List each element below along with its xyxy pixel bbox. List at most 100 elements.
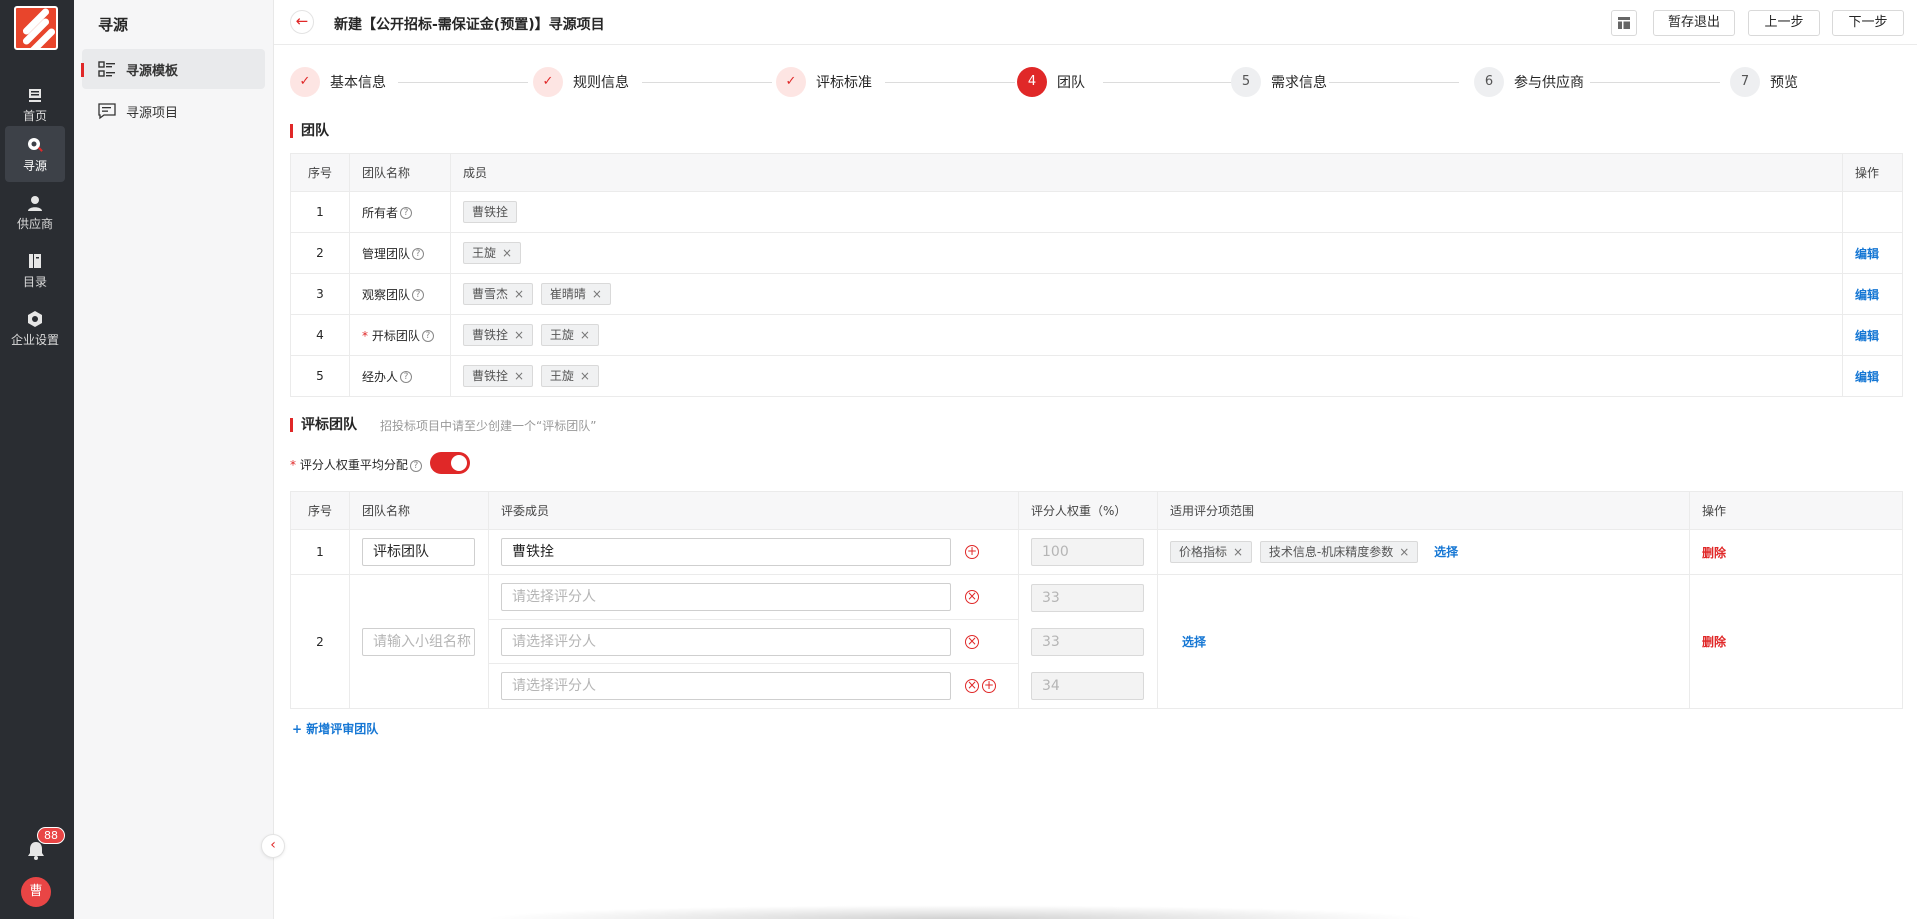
nav-sourcing[interactable]: 寻源	[5, 126, 65, 182]
weight-average-label: * 评分人权重平均分配?	[290, 456, 422, 473]
table-row: 4 * 开标团队? 曹铁拴 × 王旋 × 编辑	[290, 314, 1903, 356]
save-exit-button[interactable]: 暂存退出	[1653, 10, 1735, 36]
sidebar-item-sourcing-template[interactable]: 寻源模板	[81, 49, 265, 89]
team-name-cell: 管理团队?	[349, 232, 451, 274]
weight-input: 34	[1031, 672, 1144, 700]
close-icon[interactable]: ×	[580, 328, 590, 342]
scope-tag: 价格指标 ×	[1170, 541, 1253, 563]
close-icon[interactable]: ×	[502, 246, 512, 260]
table-header-row: 序号 团队名称 评委成员 评分人权重（%） 适用评分项范围 操作	[290, 491, 1903, 530]
add-circle-icon[interactable]: +	[965, 545, 979, 559]
arrow-left-icon: ←	[295, 12, 309, 30]
step-requirement[interactable]: 5 需求信息	[1231, 66, 1327, 98]
step-label: 评标标准	[816, 75, 872, 91]
step-suppliers[interactable]: 6 参与供应商	[1474, 66, 1584, 98]
home-icon	[29, 89, 41, 102]
team-table: 序号 团队名称 成员 操作 1 所有者? 曹铁拴 2 管理团队? 王旋 × 编辑 …	[290, 153, 1903, 397]
col-header: 团队名称	[349, 491, 489, 530]
help-icon[interactable]: ?	[412, 289, 425, 301]
app-logo[interactable]	[14, 6, 58, 50]
table-row: 1 所有者? 曹铁拴	[290, 191, 1903, 233]
step-progress: ✓ 基本信息 ✓ 规则信息 ✓ 评标标准 4 团队 5 需求信息 6 参与供应商 7 预览	[290, 66, 1890, 98]
back-button[interactable]: ←	[290, 10, 314, 34]
delete-link[interactable]: 删除	[1702, 635, 1726, 649]
help-icon[interactable]: ?	[400, 371, 413, 383]
delete-link[interactable]: 删除	[1702, 546, 1726, 560]
member-name: 王旋	[549, 328, 574, 342]
action-cell: 编辑	[1842, 355, 1903, 397]
judge-select[interactable]: 请选择评分人	[501, 627, 951, 656]
close-icon[interactable]: ×	[592, 287, 602, 301]
close-icon[interactable]: ×	[1233, 545, 1243, 559]
step-label: 参与供应商	[1514, 75, 1584, 91]
remove-circle-icon[interactable]: ×	[965, 679, 979, 693]
page-title: 新建【公开招标-需保证金(预置)】寻源项目	[334, 17, 605, 33]
collapse-sidebar-button[interactable]: ‹	[261, 834, 285, 858]
nav-supplier[interactable]: 供应商	[5, 184, 65, 240]
step-team[interactable]: 4 团队	[1017, 66, 1085, 98]
judge-select[interactable]: 请选择评分人	[501, 583, 951, 611]
message-list-icon	[98, 103, 116, 120]
close-icon[interactable]: ×	[580, 369, 590, 383]
add-eval-team-button[interactable]: + 新增评审团队	[292, 720, 378, 737]
members-cell: 曹铁拴 × 王旋 ×	[450, 314, 1843, 356]
row-number: 5	[290, 355, 350, 397]
edit-link[interactable]: 编辑	[1855, 247, 1879, 261]
help-icon[interactable]: ?	[412, 248, 425, 260]
step-number: 6	[1474, 67, 1504, 97]
select-scope-link[interactable]: 选择	[1182, 635, 1206, 649]
member-name: 王旋	[549, 369, 574, 383]
eval-team-table: 序号 团队名称 评委成员 评分人权重（%） 适用评分项范围 操作 1 评标团队 …	[290, 491, 1903, 709]
scope-cell: 价格指标 × 技术信息-机床精度参数 × 选择	[1157, 529, 1690, 575]
member-name: 曹铁拴	[472, 328, 509, 342]
step-rule-info[interactable]: ✓ 规则信息	[533, 66, 629, 98]
judge-select[interactable]: 曹铁拴	[501, 538, 951, 566]
help-icon[interactable]: ?	[421, 330, 434, 342]
nav-enterprise-settings[interactable]: 企业设置	[5, 300, 65, 356]
help-icon[interactable]: ?	[409, 459, 422, 472]
notification-badge: 88	[37, 827, 65, 844]
weight-average-toggle[interactable]	[430, 452, 470, 474]
nav-catalog[interactable]: 目录	[5, 242, 65, 298]
team-name: 观察团队	[362, 287, 411, 302]
edit-link[interactable]: 编辑	[1855, 329, 1879, 343]
sidebar-item-label: 寻源模板	[126, 63, 179, 79]
layout-button[interactable]	[1611, 10, 1637, 36]
layout-icon	[1618, 17, 1630, 29]
remove-circle-icon[interactable]: ×	[965, 634, 979, 649]
step-basic-info[interactable]: ✓ 基本信息	[290, 66, 386, 98]
close-icon[interactable]: ×	[514, 328, 524, 342]
select-scope-link[interactable]: 选择	[1434, 545, 1458, 559]
nav-home[interactable]: 首页	[5, 76, 65, 132]
close-icon[interactable]: ×	[514, 287, 524, 301]
col-header: 操作	[1689, 491, 1903, 530]
close-icon[interactable]: ×	[514, 369, 524, 383]
table-row: 1 评标团队 曹铁拴 + 100 价格指标 × 技术信息-机床精度参数 × 选择 删除	[290, 529, 1903, 575]
check-icon: ✓	[776, 67, 806, 97]
edit-link[interactable]: 编辑	[1855, 370, 1879, 384]
nav-catalog-label: 目录	[22, 275, 47, 289]
avatar[interactable]: 曹	[21, 877, 51, 907]
step-label: 基本信息	[330, 75, 386, 91]
action-cell: 编辑	[1842, 232, 1903, 274]
sidebar-item-sourcing-project[interactable]: 寻源项目	[82, 91, 265, 131]
judge-select[interactable]: 请选择评分人	[501, 672, 951, 700]
next-step-button[interactable]: 下一步	[1832, 10, 1904, 36]
step-eval-standard[interactable]: ✓ 评标标准	[776, 66, 872, 98]
chevron-left-icon: ‹	[270, 837, 276, 853]
row-number: 3	[290, 273, 350, 315]
edit-link[interactable]: 编辑	[1855, 288, 1879, 302]
prev-step-button[interactable]: 上一步	[1748, 10, 1820, 36]
weight-cell: 100	[1018, 529, 1158, 575]
add-circle-icon[interactable]: +	[982, 679, 996, 693]
toggle-knob	[451, 455, 467, 471]
step-preview[interactable]: 7 预览	[1730, 66, 1798, 98]
judges-cell: 请选择评分人 × 请选择评分人 × 请选择评分人 × +	[488, 574, 1019, 709]
help-icon[interactable]: ?	[400, 207, 413, 219]
close-icon[interactable]: ×	[1399, 545, 1409, 559]
remove-circle-icon[interactable]: ×	[965, 590, 979, 604]
team-name-input[interactable]: 请输入小组名称	[362, 627, 475, 656]
team-name-input[interactable]: 评标团队	[362, 538, 475, 566]
action-cell	[1842, 191, 1903, 233]
step-label: 团队	[1057, 75, 1085, 91]
